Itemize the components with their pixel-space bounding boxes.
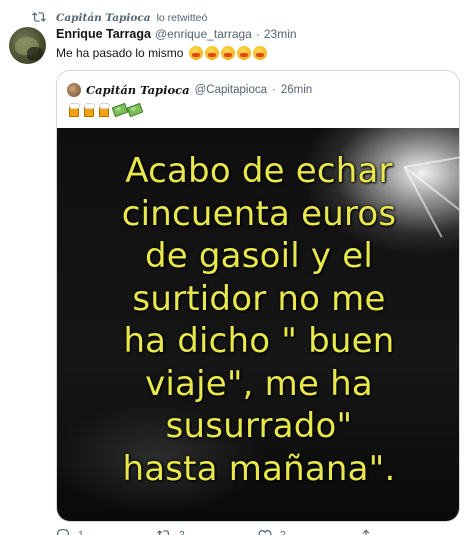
quote-header: Capitán Tapioca @Capitapioca · 26min (67, 82, 312, 98)
quote-avatar (67, 83, 81, 97)
quote-image[interactable]: Acabo de echar cincuenta euros de gasoil… (57, 128, 459, 521)
reply-button[interactable]: 1 (56, 528, 157, 535)
author-name[interactable]: Enrique Tarraga (56, 27, 151, 41)
image-text-line: surtidor no me (132, 278, 386, 319)
retweet-context: Capitán Tapioca lo retwitteó (32, 10, 208, 26)
image-text-line: hasta mañana". (122, 448, 396, 489)
like-button[interactable]: 2 (258, 528, 359, 535)
reply-icon (57, 529, 69, 535)
money-wings-icon (127, 102, 141, 116)
retweet-label: lo retwitteó (156, 12, 208, 24)
separator: · (272, 84, 276, 96)
angry-face-emoji-icon (189, 46, 204, 60)
tweet-text: Me ha pasado lo mismo (56, 45, 268, 61)
tweet-time[interactable]: 23min (264, 27, 297, 41)
retweet-button[interactable]: 2 (157, 528, 258, 535)
retweeter-name[interactable]: Capitán Tapioca (56, 12, 151, 24)
quote-emoji-row (67, 102, 141, 117)
quote-author-name: Capitán Tapioca (86, 83, 190, 97)
angry-face-emoji-icon (205, 46, 220, 60)
angry-face-emoji-icon (221, 46, 236, 60)
share-icon (362, 529, 370, 535)
beer-mug-icon (82, 102, 96, 117)
tweet-header: Enrique Tarraga @enrique_tarraga · 23min (56, 27, 297, 45)
image-text-line: de gasoil y el (144, 236, 374, 276)
heart-icon (258, 530, 272, 535)
tweet-actions: 1 2 2 (56, 526, 460, 535)
quote-time: 26min (280, 84, 313, 96)
image-text-line: Acabo de echar (125, 151, 393, 191)
image-text: Acabo de echar cincuenta euros de gasoil… (57, 150, 459, 490)
author-handle[interactable]: @enrique_tarraga (155, 27, 252, 41)
emoji-row (189, 46, 268, 60)
retweet-count: 2 (179, 529, 185, 535)
angry-face-emoji-icon (253, 46, 268, 60)
separator: · (255, 27, 260, 41)
like-count: 2 (280, 529, 286, 535)
image-text-line: viaje", me ha (145, 363, 373, 404)
image-text-line: cincuenta euros (121, 193, 397, 234)
retweet-icon (32, 12, 46, 22)
image-text-line: susurrado" (165, 406, 353, 446)
money-wings-icon (112, 102, 126, 116)
beer-mug-icon (67, 102, 81, 117)
angry-face-emoji-icon (237, 46, 252, 60)
tweet-text-content: Me ha pasado lo mismo (56, 46, 184, 60)
beer-mug-icon (97, 102, 111, 117)
reply-count: 1 (78, 529, 84, 535)
image-text-line: ha dicho " buen (123, 321, 395, 361)
quote-author-handle: @Capitapioca (194, 84, 268, 96)
retweet-icon (157, 530, 169, 535)
share-button[interactable] (359, 528, 460, 535)
quoted-tweet[interactable]: Capitán Tapioca @Capitapioca · 26min Aca… (56, 70, 460, 522)
avatar[interactable] (9, 27, 46, 64)
